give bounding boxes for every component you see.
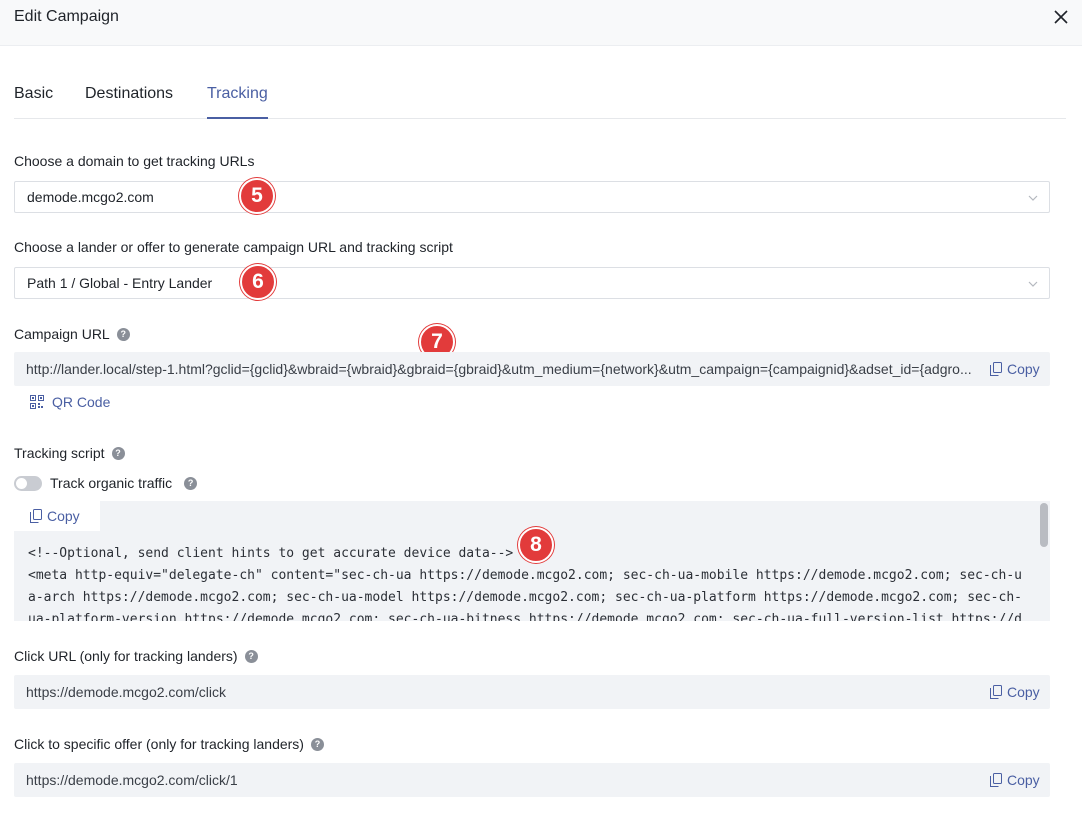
click-url-copy-button[interactable]: Copy <box>990 684 1040 700</box>
tab-tracking[interactable]: Tracking <box>207 85 268 119</box>
tracking-script-label: Tracking script ? <box>14 445 125 461</box>
annotation-badge-5: 5 <box>239 178 275 214</box>
specific-offer-value: https://demode.mcgo2.com/click/1 <box>26 772 238 788</box>
chevron-down-icon <box>1028 281 1038 287</box>
copy-icon <box>990 362 1002 376</box>
specific-offer-field: https://demode.mcgo2.com/click/1 Copy <box>14 763 1050 797</box>
chevron-down-icon <box>1028 195 1038 201</box>
campaign-url-value: http://lander.local/step-1.html?gclid={g… <box>26 361 972 377</box>
tab-destinations[interactable]: Destinations <box>85 85 173 117</box>
copy-icon <box>990 773 1002 787</box>
qr-code-button[interactable]: QR Code <box>30 394 110 410</box>
lander-select-value: Path 1 / Global - Entry Lander <box>27 275 213 291</box>
copy-icon <box>30 509 42 523</box>
organic-traffic-toggle[interactable] <box>14 476 42 491</box>
specific-offer-label-text: Click to specific offer (only for tracki… <box>14 736 304 752</box>
organic-traffic-label-text: Track organic traffic <box>50 475 173 491</box>
tab-bar: Basic Destinations Tracking <box>14 78 1066 119</box>
lander-label: Choose a lander or offer to generate cam… <box>14 239 453 255</box>
copy-label: Copy <box>47 508 80 524</box>
tracking-script-copy-button[interactable]: Copy <box>30 508 80 524</box>
click-url-value: https://demode.mcgo2.com/click <box>26 684 226 700</box>
annotation-badge-6: 6 <box>240 264 276 300</box>
help-icon[interactable]: ? <box>184 476 198 490</box>
organic-traffic-label: Track organic traffic ? <box>50 475 198 491</box>
lander-label-text: Choose a lander or offer to generate cam… <box>14 239 453 255</box>
specific-offer-copy-button[interactable]: Copy <box>990 772 1040 788</box>
campaign-url-label-text: Campaign URL <box>14 326 110 342</box>
qr-code-label: QR Code <box>52 394 111 410</box>
domain-select-value: demode.mcgo2.com <box>27 189 154 205</box>
toggle-knob <box>16 478 27 489</box>
click-url-label-text: Click URL (only for tracking landers) <box>14 648 238 664</box>
domain-select[interactable]: demode.mcgo2.com <box>14 181 1050 213</box>
annotation-badge-8: 8 <box>518 527 554 563</box>
dialog-header: Edit Campaign <box>0 0 1082 46</box>
domain-label: Choose a domain to get tracking URLs <box>14 153 254 169</box>
qr-code-icon <box>30 395 44 409</box>
tab-basic[interactable]: Basic <box>14 85 53 117</box>
close-button[interactable] <box>1050 6 1072 28</box>
help-icon[interactable]: ? <box>244 649 258 663</box>
help-icon[interactable]: ? <box>310 737 324 751</box>
help-icon[interactable]: ? <box>116 327 130 341</box>
specific-offer-label: Click to specific offer (only for tracki… <box>14 736 324 752</box>
campaign-url-label: Campaign URL ? <box>14 326 130 342</box>
click-url-label: Click URL (only for tracking landers) ? <box>14 648 258 664</box>
campaign-url-copy-button[interactable]: Copy <box>990 361 1040 377</box>
copy-label: Copy <box>1007 361 1040 377</box>
copy-label: Copy <box>1007 772 1040 788</box>
campaign-url-field: http://lander.local/step-1.html?gclid={g… <box>14 352 1050 386</box>
dialog-title: Edit Campaign <box>14 8 119 25</box>
copy-icon <box>990 685 1002 699</box>
close-icon <box>1054 10 1068 24</box>
lander-select[interactable]: Path 1 / Global - Entry Lander <box>14 267 1050 299</box>
script-copy-tab: Copy <box>14 501 100 531</box>
help-icon[interactable]: ? <box>111 446 125 460</box>
tracking-script-label-text: Tracking script <box>14 445 105 461</box>
domain-label-text: Choose a domain to get tracking URLs <box>14 153 255 169</box>
scrollbar-thumb[interactable] <box>1040 503 1048 547</box>
copy-label: Copy <box>1007 684 1040 700</box>
click-url-field: https://demode.mcgo2.com/click Copy <box>14 675 1050 709</box>
